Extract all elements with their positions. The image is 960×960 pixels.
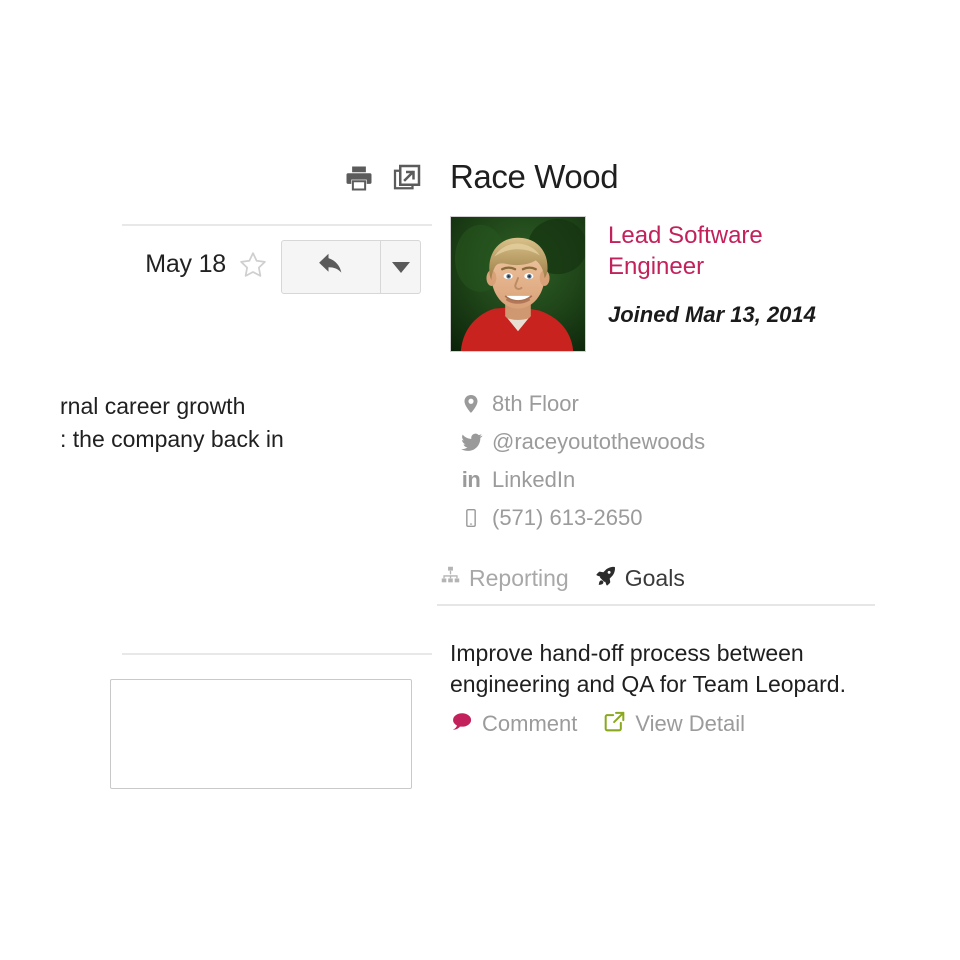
email-body-line: rnal career growth — [60, 393, 246, 419]
goal-text: Improve hand-off process between enginee… — [450, 640, 846, 697]
profile-job-title: Lead Software Engineer — [608, 222, 763, 280]
card-divider — [437, 604, 875, 606]
contact-value: 8th Floor — [492, 391, 579, 416]
message-toolbar — [344, 163, 440, 197]
profile-hover-card: Race Wood Lead Software Engineer Joined … — [346, 0, 960, 960]
email-body-divider — [122, 653, 432, 655]
profile-joined-date: Joined Mar 13, 2014 — [608, 302, 816, 327]
print-icon[interactable] — [344, 163, 374, 198]
contact-list: 8th Floor @raceyoutothewoods in LinkedIn — [450, 385, 920, 537]
email-date: May 18 — [145, 250, 226, 278]
tab-label: Reporting — [469, 564, 569, 591]
goal-item: Improve hand-off process between enginee… — [450, 638, 910, 738]
screenshot-canvas: May 18 rnal career growth: the company … — [0, 0, 960, 960]
chevron-down-icon — [391, 261, 410, 273]
external-link-icon — [603, 710, 626, 738]
comment-button[interactable]: Comment — [450, 710, 577, 738]
goal-actions: Comment View Detail — [450, 710, 910, 738]
goal-action-label: Comment — [482, 711, 578, 736]
org-chart-icon — [440, 565, 461, 591]
tab-label: Goals — [624, 564, 685, 591]
twitter-icon — [450, 431, 492, 454]
profile-header: Lead Software Engineer Joined Mar 13, 20… — [450, 216, 940, 358]
email-body-text: rnal career growth : the company back in — [60, 390, 432, 456]
reply-arrow-icon — [316, 250, 346, 285]
contact-row-phone[interactable]: (571) 613-2650 — [450, 499, 920, 537]
mobile-phone-icon — [450, 508, 492, 528]
page-title: Race Wood — [450, 158, 619, 195]
email-message-pane: May 18 rnal career growth: the company … — [0, 0, 432, 960]
email-header-divider — [122, 224, 432, 226]
contact-value: @raceyoutothewoods — [492, 429, 706, 454]
reply-compose-box[interactable] — [110, 679, 412, 789]
contact-row-location[interactable]: 8th Floor — [450, 385, 920, 423]
reply-button-group[interactable] — [281, 240, 421, 294]
contact-row-linkedin[interactable]: in LinkedIn — [450, 461, 920, 499]
email-meta-row: May 18 — [0, 240, 432, 296]
contact-value: (571) 613-2650 — [492, 505, 643, 530]
location-pin-icon — [450, 393, 492, 415]
goal-action-label: View Detail — [635, 711, 746, 736]
tab-reporting[interactable]: Reporting — [440, 565, 569, 592]
comment-bubble-icon — [450, 710, 473, 738]
reply-button[interactable] — [282, 241, 381, 293]
star-outline-icon[interactable] — [238, 250, 268, 280]
contact-row-twitter[interactable]: @raceyoutothewoods — [450, 423, 920, 461]
view-detail-button[interactable]: View Detail — [603, 710, 745, 738]
reply-options-button[interactable] — [381, 241, 420, 293]
rocket-icon — [595, 565, 617, 592]
open-in-new-window-icon[interactable] — [392, 163, 422, 198]
email-body-line: : the company back in — [60, 426, 284, 452]
avatar — [450, 216, 586, 352]
contact-value: LinkedIn — [492, 467, 576, 492]
linkedin-icon: in — [461, 467, 481, 492]
tab-goals[interactable]: Goals — [595, 565, 685, 592]
profile-tabs: Reporting Goals — [440, 560, 711, 596]
